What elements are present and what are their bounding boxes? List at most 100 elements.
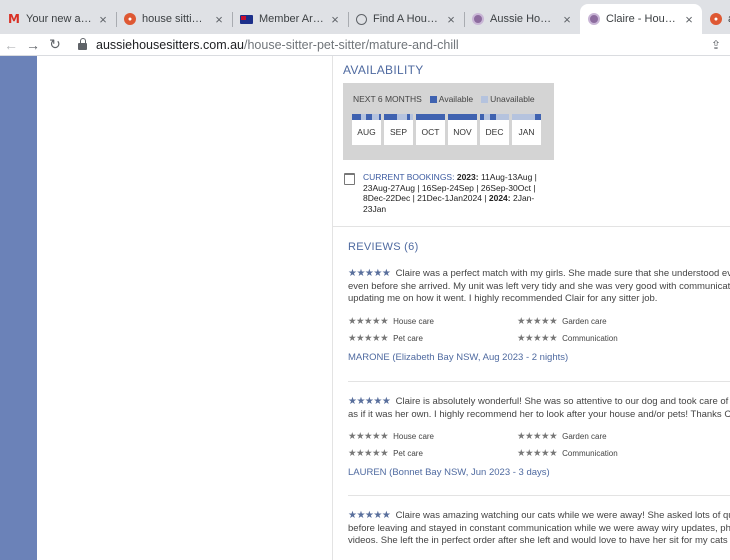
browser-tab[interactable]: Aussie House Sitt ×: [464, 4, 580, 34]
review-line: as if it was her own. I highly recommend…: [348, 408, 730, 420]
browser-tab[interactable]: Find A House - H ×: [348, 4, 464, 34]
close-tab-icon[interactable]: ×: [444, 12, 458, 27]
tab-title: Aussie House Sitt: [490, 13, 556, 25]
month-availability-bar: [448, 114, 477, 120]
month-label: DEC: [485, 127, 504, 137]
url-path: /house-sitter-pet-sitter/mature-and-chil…: [244, 37, 459, 52]
available-segment: [480, 114, 485, 120]
available-segment: [352, 114, 361, 120]
month-label: JAN: [518, 127, 535, 137]
rating-communication: ★★★★★ Communication: [517, 333, 618, 344]
close-tab-icon[interactable]: ×: [212, 12, 226, 27]
close-tab-icon[interactable]: ×: [328, 12, 342, 27]
month-label: OCT: [421, 127, 440, 137]
reviews-title: REVIEWS (6): [348, 241, 419, 253]
review-text: ★★★★★ Claire was amazing watching our ca…: [348, 510, 730, 548]
review-stars: ★★★★★: [348, 396, 391, 407]
calendar-icon: [344, 173, 355, 185]
review-divider: [348, 381, 730, 382]
review-line: even before she arrived. My unit was lef…: [348, 280, 730, 292]
available-segment: [407, 114, 410, 120]
month-availability-bar: [352, 114, 381, 120]
duckduckgo-icon: ●: [124, 13, 136, 25]
rating-label: Garden care: [562, 432, 607, 441]
review-line: ★★★★★ Claire was amazing watching our ca…: [348, 510, 730, 523]
available-segment: [534, 114, 541, 120]
rating-label: Pet care: [393, 449, 423, 458]
rating-stars: ★★★★★: [517, 448, 558, 459]
rating-label: Communication: [562, 334, 618, 343]
rating-label: House care: [393, 432, 435, 441]
review-stars: ★★★★★: [348, 510, 391, 521]
close-tab-icon[interactable]: ×: [682, 12, 696, 27]
rating-label: House care: [393, 317, 435, 326]
tab-title: Find A House - H: [373, 13, 440, 25]
month-cell: SEP: [384, 114, 413, 145]
month-cell: OCT: [416, 114, 445, 145]
review-line: before leaving and stayed in constant co…: [348, 522, 730, 534]
review-stars: ★★★★★: [348, 268, 391, 279]
review-line-text: Claire is absolutely wonderful! She was …: [395, 396, 730, 407]
unavailable-swatch: [481, 95, 489, 103]
share-icon[interactable]: ⇪: [702, 38, 730, 52]
month-label: SEP: [389, 127, 407, 137]
rating-garden-care: ★★★★★ Garden care: [517, 431, 607, 442]
review-line: ★★★★★ Claire was a perfect match with my…: [348, 268, 730, 281]
review-line: videos. She left the in perfect order af…: [348, 535, 730, 546]
browser-tab-active[interactable]: Claire - House sit ×: [580, 4, 702, 34]
available-segment: [384, 114, 398, 120]
bookings-year: 2023:: [456, 172, 479, 182]
bookings-label: CURRENT BOOKINGS:: [363, 172, 455, 182]
review-divider: [348, 495, 730, 496]
legend-unavailable-label: Unavailable: [490, 94, 535, 104]
available-segment: [448, 114, 477, 120]
rating-stars: ★★★★★: [348, 448, 389, 459]
rating-house-care: ★★★★★ House care: [348, 431, 434, 442]
bookings-year: 2024:: [488, 193, 511, 203]
review-line-text: Claire was amazing watching our cats whi…: [395, 510, 730, 521]
rating-stars: ★★★★★: [348, 333, 389, 344]
rating-communication: ★★★★★ Communication: [517, 448, 618, 459]
duckduckgo-icon: ●: [710, 13, 722, 25]
browser-tab[interactable]: ● house sitting at D ×: [116, 4, 232, 34]
lock-icon[interactable]: [78, 38, 87, 50]
reload-icon[interactable]: ↻: [44, 36, 66, 53]
australia-flag-icon: [240, 14, 253, 24]
period-label: NEXT 6 MONTHS: [353, 94, 422, 104]
legend-available-label: Available: [438, 94, 474, 104]
close-tab-icon[interactable]: ×: [96, 12, 110, 27]
aussie-house-sitters-icon: [588, 13, 600, 25]
reviewer-name: MARONE (Elizabeth Bay NSW, Aug 2023 - 2 …: [348, 352, 569, 363]
back-arrow-icon[interactable]: ←: [0, 37, 22, 53]
address-bar[interactable]: aussiehousesitters.com.au/house-sitter-p…: [74, 35, 702, 55]
review-card: ★★★★★ Claire is absolutely wonderful! Sh…: [348, 396, 730, 478]
available-segment: [416, 114, 445, 120]
month-list: AUG SEP OCT NOV DEC JAN: [352, 114, 541, 145]
browser-tab[interactable]: ● appl: [702, 4, 730, 34]
month-availability-bar: [512, 114, 541, 120]
month-availability-bar: [384, 114, 413, 120]
tab-title: house sitting at D: [142, 13, 208, 25]
left-sidebar-band: [0, 56, 37, 560]
close-tab-icon[interactable]: ×: [560, 12, 574, 27]
tab-title: Member Area | M: [259, 13, 324, 25]
forward-arrow-icon[interactable]: →: [22, 37, 44, 53]
url-host: aussiehousesitters.com.au: [96, 37, 244, 52]
browser-toolbar: ← → ↻ aussiehousesitters.com.au/house-si…: [0, 34, 730, 56]
availability-calendar: NEXT 6 MONTHS Available Unavailable AUG …: [343, 83, 554, 160]
rating-stars: ★★★★★: [517, 333, 558, 344]
review-card: ★★★★★ Claire was amazing watching our ca…: [348, 510, 730, 548]
month-availability-bar: [416, 114, 445, 120]
month-cell: NOV: [448, 114, 477, 145]
column-divider: [332, 56, 333, 560]
browser-tab[interactable]: M Your new account ×: [0, 4, 116, 34]
browser-tab[interactable]: Member Area | M ×: [232, 4, 348, 34]
availability-title: AVAILABILITY: [343, 63, 424, 77]
bookings-text: CURRENT BOOKINGS: 2023: 11Aug-13Aug | 23…: [363, 172, 544, 214]
rating-garden-care: ★★★★★ Garden care: [517, 316, 607, 327]
browser-tab-bar: M Your new account × ● house sitting at …: [0, 0, 730, 34]
month-availability-bar: [480, 114, 509, 120]
rating-label: Communication: [562, 449, 618, 458]
rating-stars: ★★★★★: [517, 316, 558, 327]
available-segment: [378, 114, 381, 120]
